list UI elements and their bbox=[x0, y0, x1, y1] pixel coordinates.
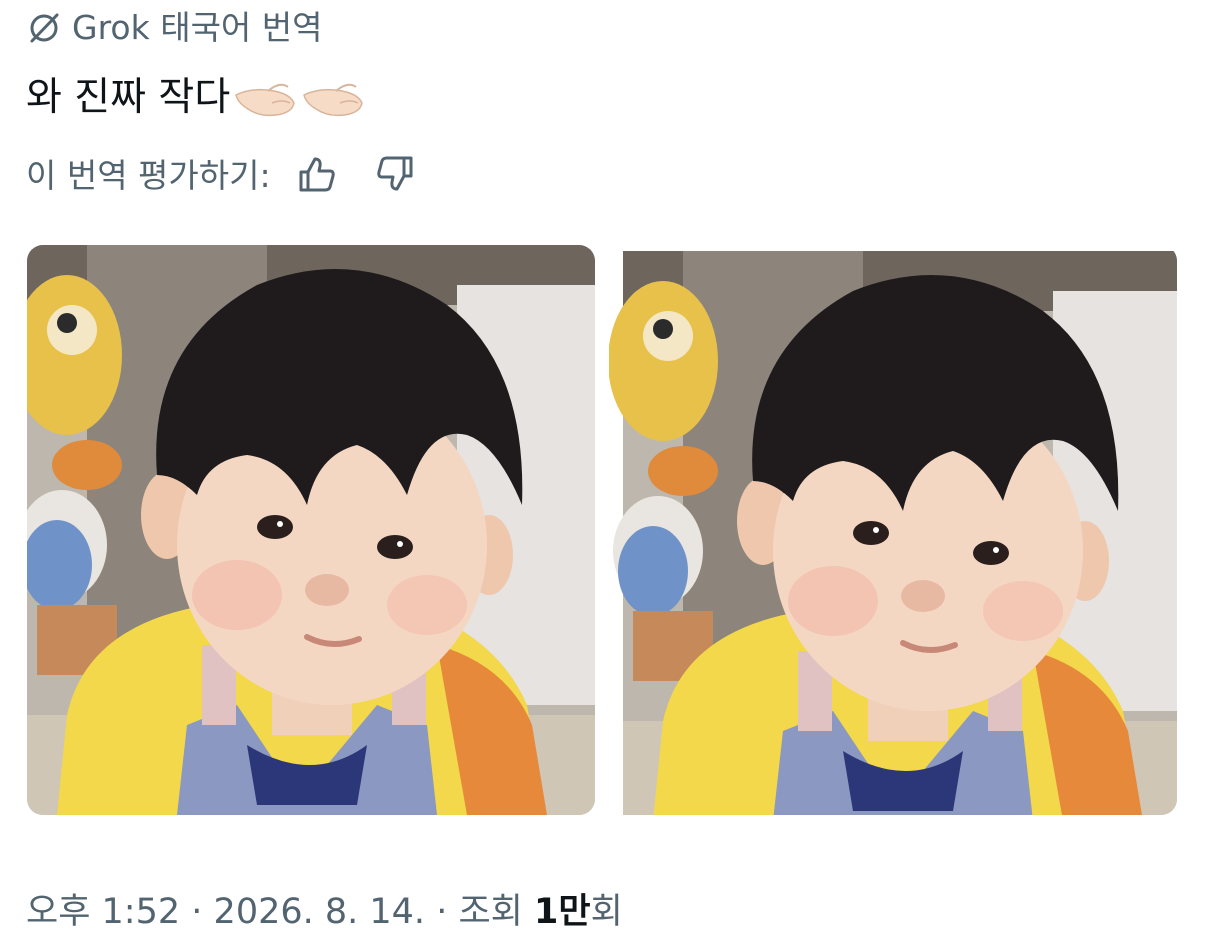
media-grid bbox=[27, 245, 1178, 815]
grok-logo-icon bbox=[26, 10, 62, 46]
post-date[interactable]: 2026. 8. 14. bbox=[214, 892, 426, 932]
pinching-hand-icon bbox=[300, 73, 366, 123]
meta-separator: · bbox=[191, 892, 203, 932]
thumbs-down-icon bbox=[375, 154, 415, 198]
translated-post-text: 와 진짜 작다 bbox=[26, 75, 231, 120]
views-suffix: 회 bbox=[590, 892, 623, 932]
views-count: 1만 bbox=[534, 892, 591, 932]
post-detail: Grok 태국어 번역 와 진짜 작다 이 번역 평가하기: 오후 1:52 ·… bbox=[0, 0, 1206, 943]
grok-translation-label: Grok 태국어 번역 bbox=[72, 8, 323, 47]
thumbs-up-icon bbox=[297, 154, 337, 198]
grok-translation-header[interactable]: Grok 태국어 번역 bbox=[26, 6, 323, 50]
pinching-hand-icon bbox=[232, 73, 298, 123]
toddler-photo-image bbox=[609, 245, 1177, 815]
post-photo-2[interactable] bbox=[609, 245, 1177, 815]
rate-translation-label: 이 번역 평가하기: bbox=[26, 156, 271, 195]
post-meta: 오후 1:52 · 2026. 8. 14. · 조회 1만회 bbox=[26, 886, 623, 938]
post-photo-1[interactable] bbox=[27, 245, 595, 815]
meta-separator: · bbox=[436, 892, 448, 932]
toddler-photo-image bbox=[27, 245, 595, 815]
rate-translation-row: 이 번역 평가하기: bbox=[26, 150, 417, 202]
post-time[interactable]: 오후 1:52 bbox=[26, 892, 180, 932]
thumbs-up-button[interactable] bbox=[295, 154, 339, 198]
views-prefix: 조회 bbox=[458, 892, 523, 932]
translated-post-text-row: 와 진짜 작다 bbox=[26, 70, 366, 126]
thumbs-down-button[interactable] bbox=[373, 154, 417, 198]
